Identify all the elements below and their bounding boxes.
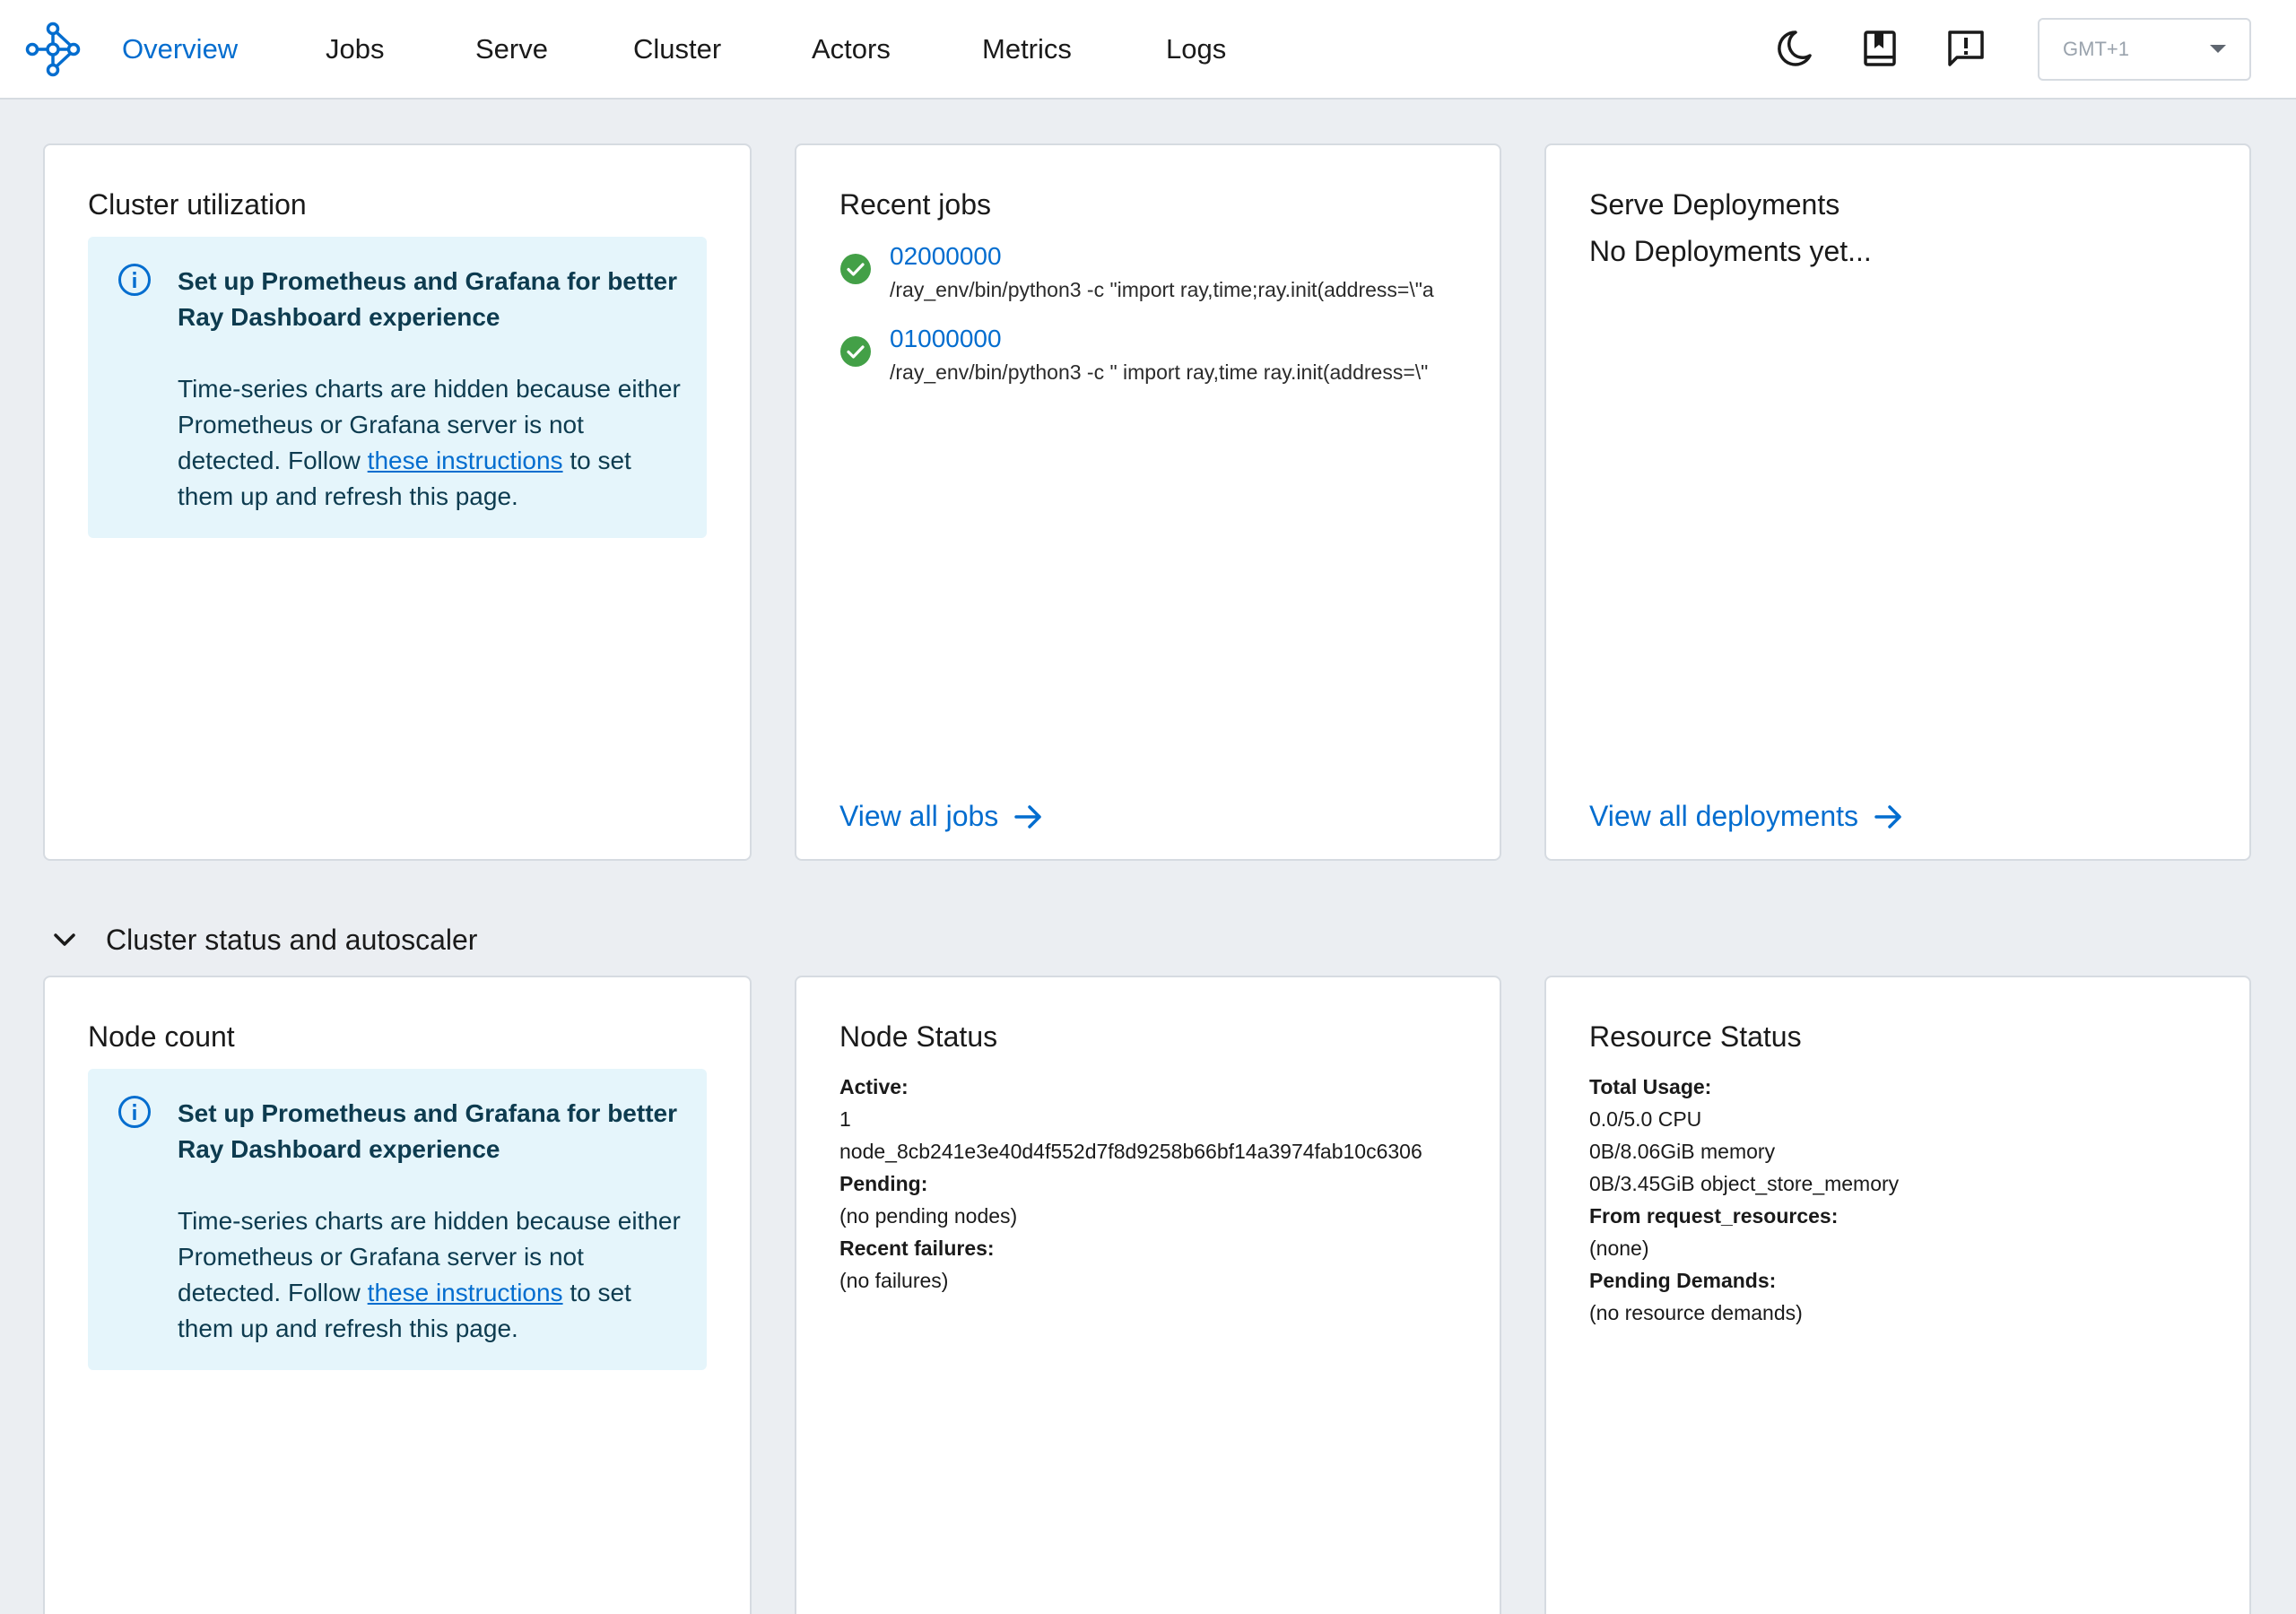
ray-logo-icon[interactable] (25, 22, 81, 77)
pending-value: (no pending nodes) (839, 1204, 1018, 1228)
job-list-item[interactable]: 01000000 /ray_env/bin/python3 -c " impor… (839, 325, 1500, 396)
nav-tab-serve[interactable]: Serve (475, 27, 548, 72)
active-node-id: node_8cb241e3e40d4f552d7f8d9258b66bf14a3… (839, 1140, 1422, 1163)
docs-book-icon[interactable] (1858, 27, 1901, 70)
card-title: Resource Status (1589, 1020, 1802, 1053)
pending-label: Pending: (839, 1172, 928, 1195)
serve-deployments-card: Serve Deployments No Deployments yet... … (1544, 143, 2251, 861)
request-resources-label: From request_resources: (1589, 1204, 1839, 1228)
success-check-icon (840, 254, 871, 284)
active-count: 1 (839, 1107, 851, 1131)
timezone-value: GMT+1 (2063, 38, 2129, 60)
node-count-card: Node count Set up Prometheus and Grafana… (43, 976, 752, 1614)
job-id-link[interactable]: 01000000 (890, 325, 1002, 353)
empty-deployments-text: No Deployments yet... (1589, 235, 1872, 267)
resource-status-details: Total Usage: 0.0/5.0 CPU 0B/8.06GiB memo… (1589, 1071, 2208, 1329)
success-check-icon (840, 336, 871, 367)
prometheus-alert: Set up Prometheus and Grafana for better… (88, 1069, 707, 1370)
info-icon (118, 264, 151, 296)
active-label: Active: (839, 1075, 909, 1098)
recent-failures-value: (no failures) (839, 1269, 949, 1292)
object-store-usage: 0B/3.45GiB object_store_memory (1589, 1172, 1900, 1195)
prometheus-alert: Set up Prometheus and Grafana for better… (88, 237, 707, 538)
pending-demands-value: (no resource demands) (1589, 1301, 1803, 1324)
nav-tab-metrics[interactable]: Metrics (982, 27, 1072, 72)
alert-body: Time-series charts are hidden because ei… (178, 1203, 689, 1347)
feedback-icon[interactable] (1944, 27, 1987, 70)
pending-demands-label: Pending Demands: (1589, 1269, 1777, 1292)
chevron-down-icon (2210, 45, 2226, 53)
recent-jobs-card: Recent jobs 02000000 /ray_env/bin/python… (795, 143, 1501, 861)
card-title: Serve Deployments (1589, 188, 1840, 221)
instructions-link[interactable]: these instructions (368, 447, 563, 474)
total-usage-label: Total Usage: (1589, 1075, 1712, 1098)
nav-tab-logs[interactable]: Logs (1166, 27, 1226, 72)
view-all-deployments-label: View all deployments (1589, 800, 1859, 832)
view-all-jobs-label: View all jobs (839, 800, 999, 832)
cpu-usage: 0.0/5.0 CPU (1589, 1107, 1702, 1131)
card-title: Recent jobs (839, 188, 991, 221)
nav-tab-actors[interactable]: Actors (812, 27, 891, 72)
arrow-right-icon (1874, 804, 1901, 829)
instructions-link[interactable]: these instructions (368, 1279, 563, 1306)
node-status-details: Active: 1 node_8cb241e3e40d4f552d7f8d925… (839, 1071, 1458, 1297)
card-title: Node Status (839, 1020, 998, 1053)
card-title: Node count (88, 1020, 235, 1053)
arrow-right-icon (1014, 804, 1042, 829)
resource-status-card: Resource Status Total Usage: 0.0/5.0 CPU… (1544, 976, 2251, 1614)
request-resources-value: (none) (1589, 1237, 1649, 1260)
job-list-item[interactable]: 02000000 /ray_env/bin/python3 -c "import… (839, 242, 1500, 314)
cluster-utilization-card: Cluster utilization Set up Prometheus an… (43, 143, 752, 861)
view-all-jobs-link[interactable]: View all jobs (839, 800, 1045, 833)
memory-usage: 0B/8.06GiB memory (1589, 1140, 1776, 1163)
nav-tab-overview[interactable]: Overview (122, 27, 238, 72)
job-command: /ray_env/bin/python3 -c " import ray,tim… (890, 360, 1429, 384)
theme-toggle-moon-icon[interactable] (1772, 27, 1815, 70)
nav-tab-jobs[interactable]: Jobs (326, 27, 384, 72)
info-icon (118, 1096, 151, 1128)
alert-title: Set up Prometheus and Grafana for better… (178, 267, 677, 331)
alert-title: Set up Prometheus and Grafana for better… (178, 1099, 677, 1163)
nav-tab-cluster[interactable]: Cluster (633, 27, 721, 72)
cluster-status-section-toggle[interactable]: Cluster status and autoscaler (48, 918, 477, 961)
timezone-select[interactable]: GMT+1 (2038, 18, 2251, 81)
alert-body: Time-series charts are hidden because ei… (178, 371, 689, 515)
node-status-card: Node Status Active: 1 node_8cb241e3e40d4… (795, 976, 1501, 1614)
top-navigation-bar: Overview Jobs Serve Cluster Actors Metri… (0, 0, 2296, 100)
card-title: Cluster utilization (88, 188, 307, 221)
recent-failures-label: Recent failures: (839, 1237, 995, 1260)
job-id-link[interactable]: 02000000 (890, 242, 1002, 271)
job-command: /ray_env/bin/python3 -c "import ray,time… (890, 278, 1434, 301)
section-title: Cluster status and autoscaler (106, 923, 478, 956)
chevron-down-icon (54, 933, 75, 946)
view-all-deployments-link[interactable]: View all deployments (1589, 800, 1905, 833)
